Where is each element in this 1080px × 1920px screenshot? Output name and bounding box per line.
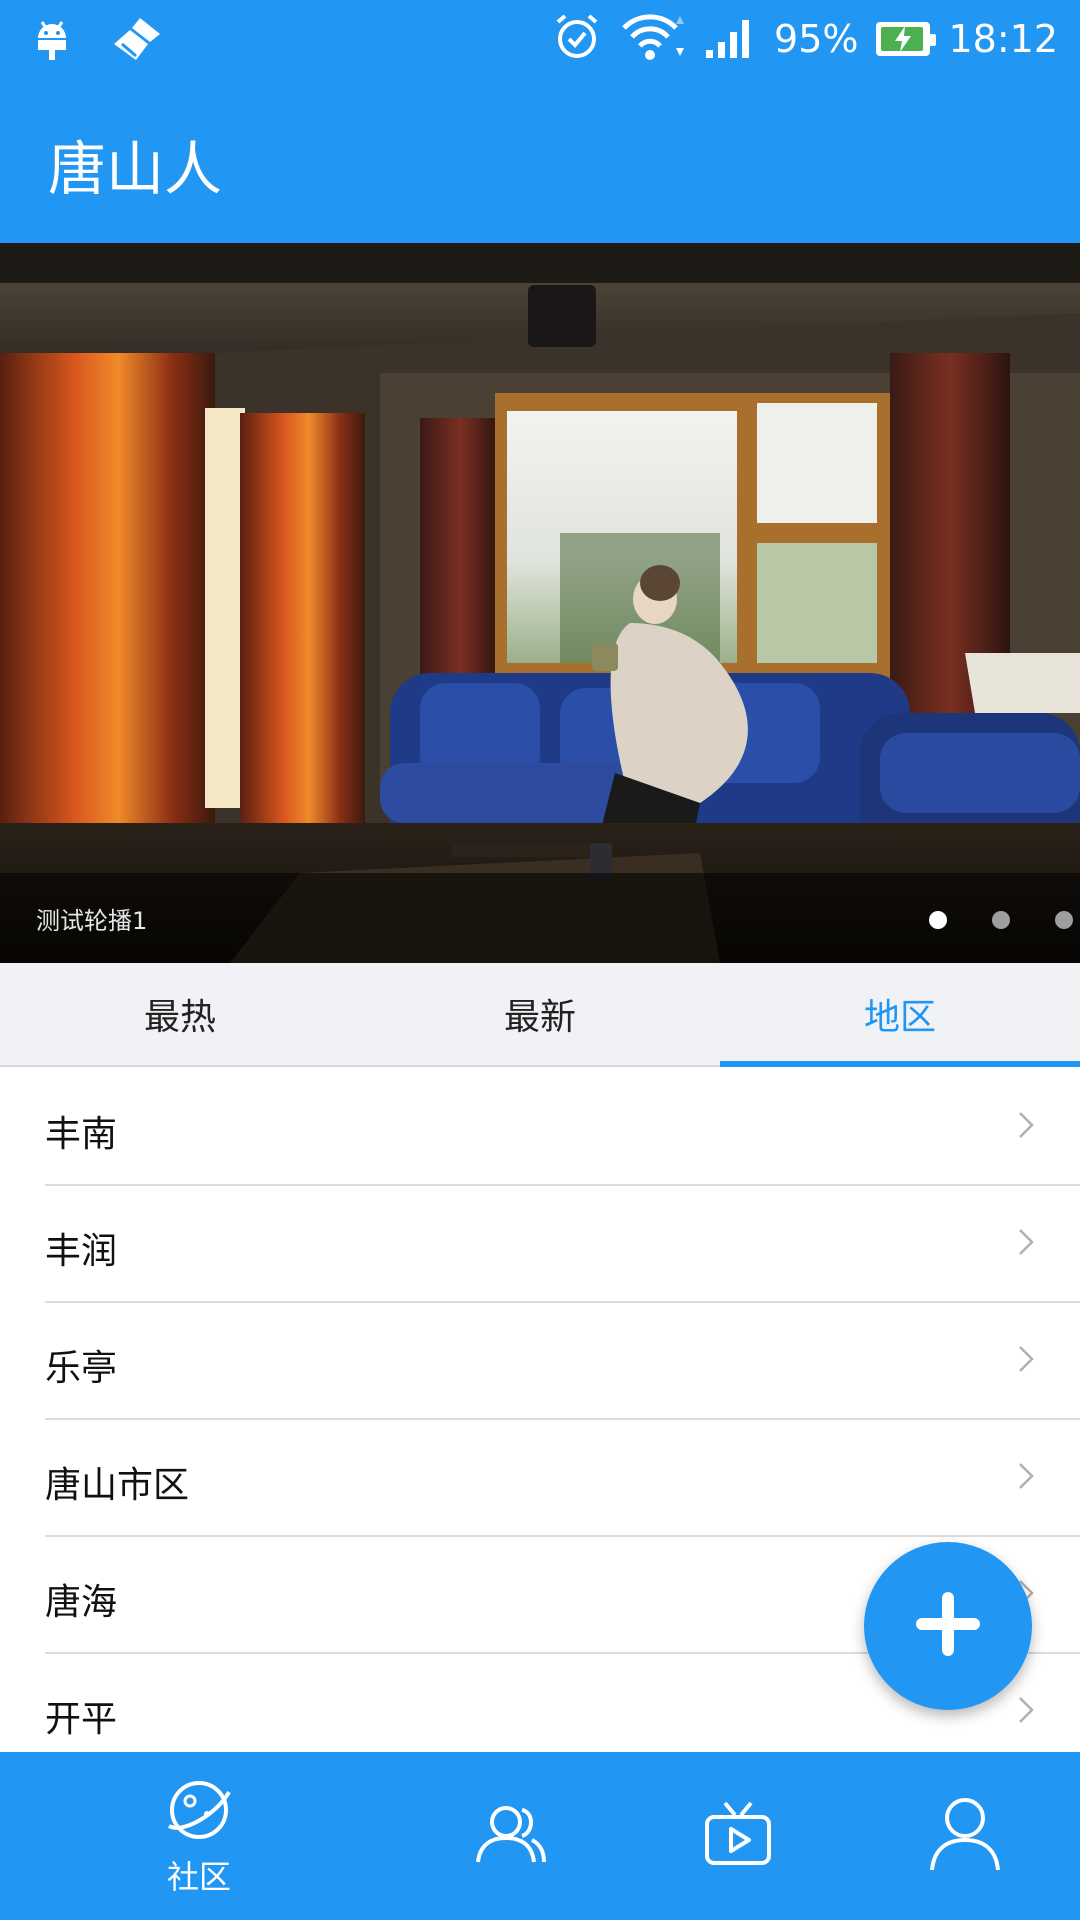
carousel-dot[interactable]: [1055, 911, 1073, 929]
banner-page-indicator: [929, 911, 1080, 929]
region-label: 唐海: [45, 1582, 118, 1623]
tab-region[interactable]: 地区: [720, 963, 1080, 1067]
banner-carousel[interactable]: 测试轮播1: [0, 243, 1080, 963]
nav-community[interactable]: 社区: [124, 1752, 274, 1920]
region-label: 唐山市区: [45, 1465, 190, 1506]
tab-label: 最热: [143, 997, 216, 1038]
chevron-right-icon: [1018, 1462, 1034, 1494]
bottom-navigation: 社区: [0, 1752, 1080, 1920]
list-item[interactable]: 丰润: [0, 1186, 1080, 1303]
region-label: 丰润: [45, 1231, 118, 1272]
app-bar: 唐山人: [0, 78, 1080, 243]
plus-icon: [912, 1588, 984, 1664]
banner-caption: 测试轮播1: [36, 907, 148, 935]
carousel-dot[interactable]: [929, 911, 947, 929]
planet-icon: [163, 1774, 235, 1850]
chevron-right-icon: [1018, 1696, 1034, 1728]
banner-image: [0, 243, 1080, 963]
tab-active-indicator: [720, 1061, 1080, 1067]
tv-play-icon: [703, 1799, 773, 1873]
cleaner-icon: [110, 14, 164, 66]
clock: 18:12: [948, 17, 1058, 61]
list-item[interactable]: 唐山市区: [0, 1420, 1080, 1537]
list-item[interactable]: 丰南: [0, 1069, 1080, 1186]
banner-caption-bar: 测试轮播1: [0, 873, 1080, 963]
android-debug-icon: [34, 16, 70, 64]
nav-label: 社区: [166, 1858, 231, 1896]
nav-friends[interactable]: [436, 1752, 586, 1920]
battery-charging-icon: [876, 22, 937, 56]
app-screen: 95% 18:12 唐山人 测试轮播1 最热 最新 地区 丰南 丰润 乐亭 唐山…: [0, 0, 1080, 1920]
tab-hottest[interactable]: 最热: [0, 963, 360, 1065]
chevron-right-icon: [1018, 1345, 1034, 1377]
region-label: 开平: [45, 1699, 118, 1740]
status-bar: 95% 18:12: [0, 0, 1080, 78]
chevron-right-icon: [1018, 1111, 1034, 1143]
tab-label: 最新: [503, 997, 576, 1038]
chevron-right-icon: [1018, 1228, 1034, 1260]
nav-video[interactable]: [663, 1752, 813, 1920]
page-title: 唐山人: [48, 135, 223, 203]
battery-percent: 95%: [774, 17, 859, 61]
carousel-dot[interactable]: [992, 911, 1010, 929]
category-tabs: 最热 最新 地区: [0, 963, 1080, 1067]
friends-icon: [474, 1802, 548, 1870]
region-label: 乐亭: [45, 1348, 118, 1389]
alarm-icon: [552, 12, 602, 66]
region-label: 丰南: [45, 1114, 118, 1155]
add-post-button[interactable]: [864, 1542, 1032, 1710]
nav-profile[interactable]: [890, 1752, 1040, 1920]
wifi-icon: [620, 12, 686, 66]
tab-newest[interactable]: 最新: [360, 963, 720, 1065]
profile-icon: [928, 1796, 1002, 1876]
list-item[interactable]: 乐亭: [0, 1303, 1080, 1420]
tab-label: 地区: [863, 997, 936, 1038]
signal-icon: [704, 14, 756, 64]
